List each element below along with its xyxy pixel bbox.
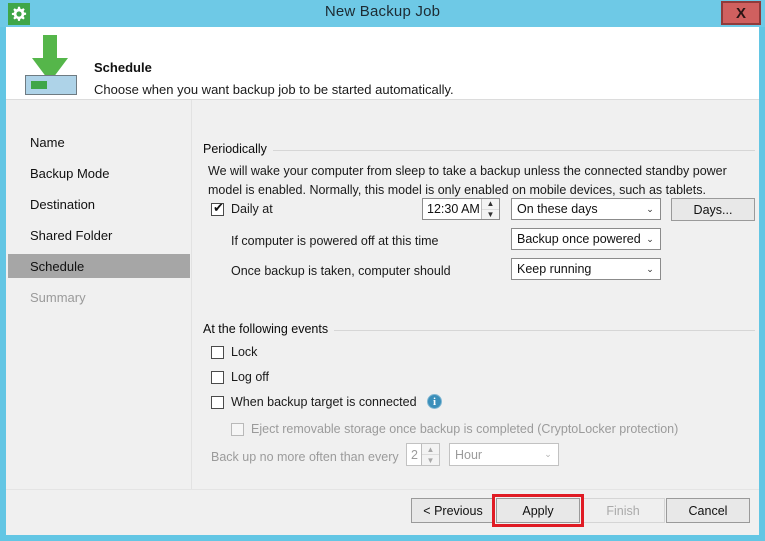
throttle-amount-stepper: 2 ▲ ▼ — [406, 443, 440, 466]
chevron-down-icon: ⌄ — [646, 203, 654, 214]
page-title: Schedule — [94, 60, 152, 75]
sidebar-item-backup-mode[interactable]: Backup Mode — [8, 161, 190, 185]
window-title: New Backup Job — [324, 3, 441, 20]
time-decrement-icon[interactable]: ▼ — [482, 208, 499, 220]
throttle-amount-value: 2 — [411, 447, 418, 462]
finish-button: Finish — [581, 498, 665, 523]
page-subtitle: Choose when you want backup job to be st… — [94, 82, 454, 97]
throttle-unit-value: Hour — [455, 447, 483, 462]
daily-time-value[interactable]: 12:30 AM — [423, 199, 481, 219]
previous-button[interactable]: < Previous — [411, 498, 495, 523]
info-icon[interactable]: i — [427, 394, 442, 409]
log-off-checkbox[interactable] — [211, 371, 224, 384]
after-backup-select[interactable]: Keep running ⌄ — [511, 258, 661, 280]
dialog-header: Schedule Choose when you want backup job… — [6, 27, 759, 100]
throttle-label: Back up no more often than every — [211, 450, 399, 464]
dialog-footer: < Previous Apply Finish Cancel — [6, 489, 759, 535]
title-bar: New Backup Job X — [0, 0, 765, 27]
periodically-description: We will wake your computer from sleep to… — [208, 164, 727, 197]
backup-target-connected-label[interactable]: When backup target is connected — [231, 395, 417, 409]
chevron-down-icon: ⌄ — [646, 263, 654, 274]
daily-time-stepper[interactable]: 12:30 AM ▲ ▼ — [422, 198, 500, 220]
wizard-steps-sidebar: Name Backup Mode Destination Shared Fold… — [6, 100, 192, 489]
throttle-increment-icon: ▲ — [426, 444, 435, 454]
chevron-down-icon: ⌄ — [544, 449, 552, 459]
powered-off-value: Backup once powered c — [517, 232, 640, 246]
log-off-label[interactable]: Log off — [231, 370, 269, 384]
eject-removable-storage-label: Eject removable storage once backup is c… — [251, 422, 679, 436]
close-icon[interactable]: X — [721, 1, 761, 25]
sidebar-item-destination[interactable]: Destination — [8, 192, 190, 216]
events-group-title: At the following events — [203, 322, 335, 336]
days-mode-select[interactable]: On these days ⌄ — [511, 198, 661, 220]
throttle-decrement-icon: ▼ — [422, 454, 439, 465]
after-backup-value: Keep running — [517, 262, 592, 276]
dialog-body: Schedule Choose when you want backup job… — [6, 27, 759, 535]
sidebar-item-summary: Summary — [30, 289, 86, 305]
days-button[interactable]: Days... — [671, 198, 755, 221]
content-panel: Periodically We will wake your computer … — [193, 100, 759, 489]
powered-off-select[interactable]: Backup once powered c ⌄ — [511, 228, 661, 250]
time-increment-icon[interactable]: ▲ — [482, 199, 499, 209]
apply-button[interactable]: Apply — [496, 498, 580, 523]
chevron-down-icon: ⌄ — [646, 233, 654, 244]
sidebar-item-schedule[interactable]: Schedule — [8, 254, 190, 278]
powered-off-label: If computer is powered off at this time — [231, 234, 439, 248]
backup-target-connected-checkbox[interactable] — [211, 396, 224, 409]
after-backup-label: Once backup is taken, computer should — [231, 264, 451, 278]
daily-at-checkbox[interactable]: ✔ — [211, 200, 224, 216]
days-mode-value: On these days — [517, 202, 598, 216]
sidebar-item-shared-folder[interactable]: Shared Folder — [8, 223, 190, 247]
lock-checkbox[interactable] — [211, 346, 224, 359]
backup-drive-icon — [22, 33, 80, 99]
lock-label[interactable]: Lock — [231, 345, 257, 359]
periodically-group-title: Periodically — [203, 142, 273, 156]
dialog-window: New Backup Job X Schedule Choose when yo… — [0, 0, 765, 541]
sidebar-item-name[interactable]: Name — [8, 130, 190, 154]
eject-removable-storage-checkbox — [231, 423, 244, 436]
throttle-unit-select: Hour ⌄ — [449, 443, 559, 466]
check-icon: ✔ — [213, 200, 224, 215]
daily-at-label[interactable]: Daily at — [231, 202, 273, 216]
cancel-button[interactable]: Cancel — [666, 498, 750, 523]
